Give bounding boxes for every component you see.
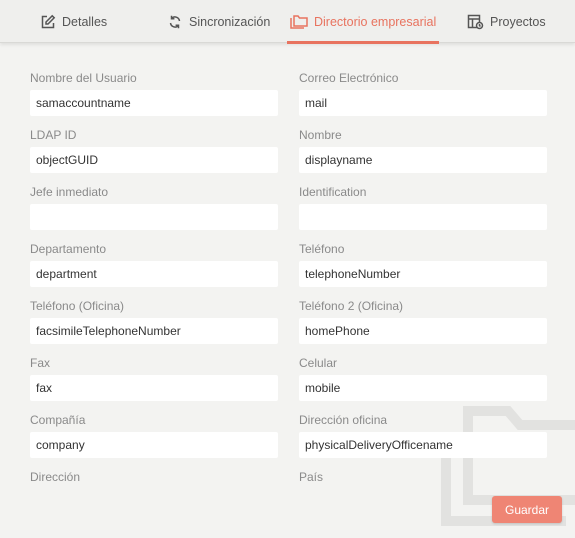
tab-detalles-label: Detalles — [62, 14, 108, 29]
tab-detalles[interactable]: Detalles — [40, 0, 107, 43]
nombre-input[interactable]: displayname — [299, 147, 547, 173]
telefono-input[interactable]: telephoneNumber — [299, 261, 547, 287]
telefono2-oficina-input[interactable]: homePhone — [299, 318, 547, 344]
tab-sincronizacion-label: Sincronización — [189, 14, 271, 29]
ldap-id-input[interactable]: objectGUID — [30, 147, 278, 173]
departamento-input[interactable]: department — [30, 261, 278, 287]
correo-label: Correo Electrónico — [299, 71, 399, 85]
celular-label: Celular — [299, 356, 338, 370]
pais-label: País — [299, 470, 324, 484]
tab-proyectos[interactable]: Proyectos — [467, 0, 546, 43]
save-button[interactable]: Guardar — [492, 496, 562, 523]
identification-label: Identification — [299, 185, 367, 199]
compania-input[interactable]: company — [30, 432, 278, 458]
telefono-label: Teléfono — [299, 242, 345, 256]
direccion-oficina-label: Dirección oficina — [299, 413, 388, 427]
jefe-inmediato-label: Jefe inmediato — [30, 185, 109, 199]
correo-input[interactable]: mail — [299, 90, 547, 116]
telefono-oficina-input[interactable]: facsimileTelephoneNumber — [30, 318, 278, 344]
tab-sincronizacion[interactable]: Sincronización — [167, 0, 270, 43]
fax-input[interactable]: fax — [30, 375, 278, 401]
project-board-icon — [467, 14, 484, 30]
direccion-label: Dirección — [30, 470, 81, 484]
tab-bar: Detalles Sincronización Directorio empre… — [0, 0, 575, 44]
folders-icon — [290, 14, 308, 30]
sync-icon — [167, 14, 183, 30]
fax-label: Fax — [30, 356, 51, 370]
ldap-id-label: LDAP ID — [30, 128, 77, 142]
tab-proyectos-label: Proyectos — [490, 14, 546, 29]
direccion-oficina-input[interactable]: physicalDeliveryOfficename — [299, 432, 547, 458]
nombre-usuario-label: Nombre del Usuario — [30, 71, 137, 85]
nombre-usuario-input[interactable]: samaccountname — [30, 90, 278, 116]
departamento-label: Departamento — [30, 242, 107, 256]
tab-directorio-label: Directorio empresarial — [314, 14, 437, 29]
compania-label: Compañía — [30, 413, 86, 427]
telefono-oficina-label: Teléfono (Oficina) — [30, 299, 125, 313]
jefe-inmediato-input[interactable] — [30, 204, 278, 230]
tab-directorio-empresarial[interactable]: Directorio empresarial — [286, 0, 440, 44]
nombre-label: Nombre — [299, 128, 342, 142]
telefono2-oficina-label: Teléfono 2 (Oficina) — [299, 299, 404, 313]
edit-icon — [40, 14, 56, 30]
identification-input[interactable] — [299, 204, 547, 230]
celular-input[interactable]: mobile — [299, 375, 547, 401]
